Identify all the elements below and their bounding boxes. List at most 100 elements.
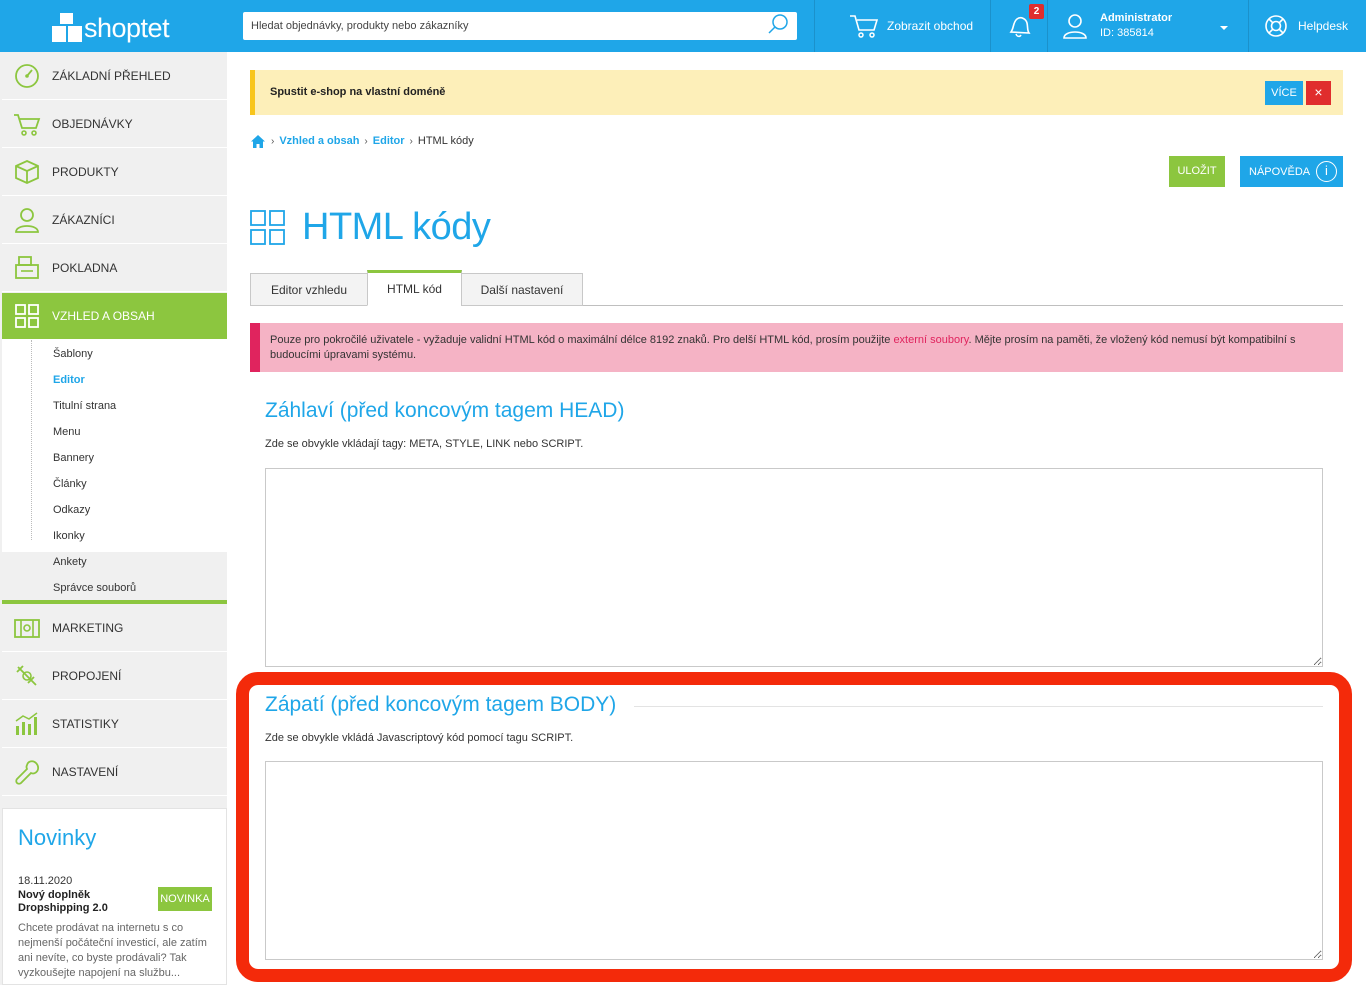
subnav-item-banners[interactable]: Bannery <box>53 452 94 464</box>
user-icon <box>2 197 52 244</box>
dashboard-icon <box>2 53 52 100</box>
sidebar-item-customers[interactable]: ZÁKAZNÍCI <box>2 197 227 244</box>
body-section-title: Zápatí (před koncovým tagem BODY) <box>265 693 617 716</box>
subnav-item-polls[interactable]: Ankety <box>53 556 87 568</box>
user-icon <box>1062 13 1088 39</box>
news-headline[interactable]: Nový doplněk Dropshipping 2.0 <box>18 889 138 915</box>
body-section-description: Zde se obvykle vkládá Javascriptový kód … <box>265 732 574 744</box>
breadcrumb-current: HTML kódy <box>417 135 474 147</box>
notification-count-badge: 2 <box>1029 4 1044 19</box>
divider <box>1248 0 1249 52</box>
sidebar-item-marketing[interactable]: MARKETING <box>2 605 227 652</box>
alert-more-button[interactable]: VÍCE <box>1265 81 1303 105</box>
cart-icon <box>849 13 879 39</box>
warning-text: Pouze pro pokročilé uživatele - vyžaduje… <box>270 334 894 346</box>
sidebar-item-label: VZHLED A OBSAH <box>52 309 155 323</box>
subnav-item-editor[interactable]: Editor <box>53 374 85 386</box>
top-bar: shoptet Zobrazit obchod 2 Administrator … <box>0 0 1366 52</box>
help-label: NÁPOVĚDA <box>1249 165 1311 178</box>
alert-text: Spustit e-shop na vlastní doméně <box>270 86 446 98</box>
help-button[interactable]: NÁPOVĚDA i <box>1240 156 1343 187</box>
helpdesk-label: Helpdesk <box>1298 19 1349 33</box>
helpdesk-link[interactable]: Helpdesk <box>1264 0 1348 52</box>
marketing-icon <box>2 605 52 652</box>
subnav-item-menu[interactable]: Menu <box>53 426 81 438</box>
save-button[interactable]: ULOŽIT <box>1169 156 1225 187</box>
subnav-item-templates[interactable]: Šablony <box>53 348 93 360</box>
subnav-item-links[interactable]: Odkazy <box>53 504 90 516</box>
subnav-item-icons[interactable]: Ikonky <box>53 530 85 542</box>
section-divider <box>634 706 1323 707</box>
divider <box>814 0 815 52</box>
admin-name: Administrator <box>1100 12 1173 24</box>
logo-text: shoptet <box>84 12 170 43</box>
news-text: Chcete prodávat na internetu s co nejmen… <box>18 922 207 979</box>
sidebar-item-label: NASTAVENÍ <box>52 765 119 779</box>
head-section-title: Záhlaví (před koncovým tagem HEAD) <box>265 399 625 422</box>
admin-menu[interactable]: Administrator ID: 385814 <box>1062 0 1232 52</box>
subnav-tree-line <box>31 340 32 540</box>
sidebar-item-label: ZÁKAZNÍCI <box>52 213 115 227</box>
sidebar-item-integrations[interactable]: PROPOJENÍ <box>2 653 227 700</box>
news-title: Novinky <box>18 825 97 850</box>
search-box[interactable] <box>243 12 797 40</box>
news-badge: NOVINKA <box>158 887 212 911</box>
admin-id: ID: 385814 <box>1100 27 1154 39</box>
sidebar-item-label: MARKETING <box>52 621 124 635</box>
breadcrumb-design-content[interactable]: Vzhled a obsah <box>279 135 359 147</box>
tab-design-editor[interactable]: Editor vzhledu <box>250 273 368 306</box>
advanced-users-warning: Pouze pro pokročilé uživatele - vyžaduje… <box>250 323 1343 372</box>
subnav-item-homepage[interactable]: Titulní strana <box>53 400 116 412</box>
sidebar-item-label: STATISTIKY <box>52 717 119 731</box>
search-input[interactable] <box>251 20 767 32</box>
sidebar-item-products[interactable]: PRODUKTY <box>2 149 227 196</box>
show-shop-label: Zobrazit obchod <box>887 19 974 33</box>
home-icon[interactable] <box>250 134 266 149</box>
page-header: HTML kódy <box>250 206 491 249</box>
tab-other-settings[interactable]: Další nastavení <box>461 273 583 306</box>
box-icon <box>2 149 52 196</box>
sidebar-item-register[interactable]: POKLADNA <box>2 245 227 292</box>
external-files-link[interactable]: externí soubory <box>893 334 968 346</box>
sidebar-item-settings[interactable]: NASTAVENÍ <box>2 749 227 796</box>
shoptet-logo[interactable]: shoptet <box>52 11 180 45</box>
info-icon: i <box>1316 161 1337 182</box>
sidebar-item-dashboard[interactable]: ZÁKLADNÍ PŘEHLED <box>2 53 227 100</box>
plug-icon <box>2 653 52 700</box>
layout-icon <box>250 210 285 245</box>
page-title: HTML kódy <box>302 206 491 248</box>
alert-close-button[interactable]: × <box>1306 81 1331 105</box>
sidebar-item-label: OBJEDNÁVKY <box>52 117 133 131</box>
subnav-divider <box>2 600 227 604</box>
search-icon[interactable] <box>767 13 789 40</box>
custom-domain-alert: Spustit e-shop na vlastní doméně <box>250 70 1343 115</box>
subnav-item-articles[interactable]: Články <box>53 478 87 490</box>
sidebar-item-label: PROPOJENÍ <box>52 669 122 683</box>
wrench-icon <box>2 749 52 796</box>
divider <box>1047 0 1048 52</box>
divider <box>990 0 991 52</box>
sidebar-item-label: ZÁKLADNÍ PŘEHLED <box>52 69 171 83</box>
breadcrumb-separator: › <box>364 135 368 147</box>
show-shop-link[interactable]: Zobrazit obchod <box>849 0 973 52</box>
chevron-down-icon <box>1219 21 1229 35</box>
news-date: 18.11.2020 <box>18 875 73 887</box>
sidebar-item-orders[interactable]: OBJEDNÁVKY <box>2 101 227 148</box>
body-code-textarea[interactable] <box>265 761 1323 960</box>
lifebuoy-icon <box>1264 14 1288 38</box>
subnav-item-file-manager[interactable]: Správce souborů <box>53 582 136 594</box>
head-code-textarea[interactable] <box>265 468 1323 667</box>
sidebar-item-design-content[interactable]: VZHLED A OBSAH <box>2 293 227 340</box>
tab-html-code[interactable]: HTML kód <box>367 270 462 306</box>
breadcrumb-separator: › <box>271 135 275 147</box>
stats-icon <box>2 701 52 748</box>
sidebar-item-statistics[interactable]: STATISTIKY <box>2 701 227 748</box>
layout-icon <box>2 293 52 340</box>
subnav <box>2 340 227 552</box>
breadcrumb: › Vzhled a obsah › Editor › HTML kódy <box>250 133 474 149</box>
breadcrumb-separator: › <box>409 135 413 147</box>
cart-icon <box>2 101 52 148</box>
sidebar-item-label: PRODUKTY <box>52 165 119 179</box>
breadcrumb-editor[interactable]: Editor <box>373 135 405 147</box>
register-icon <box>2 245 52 292</box>
